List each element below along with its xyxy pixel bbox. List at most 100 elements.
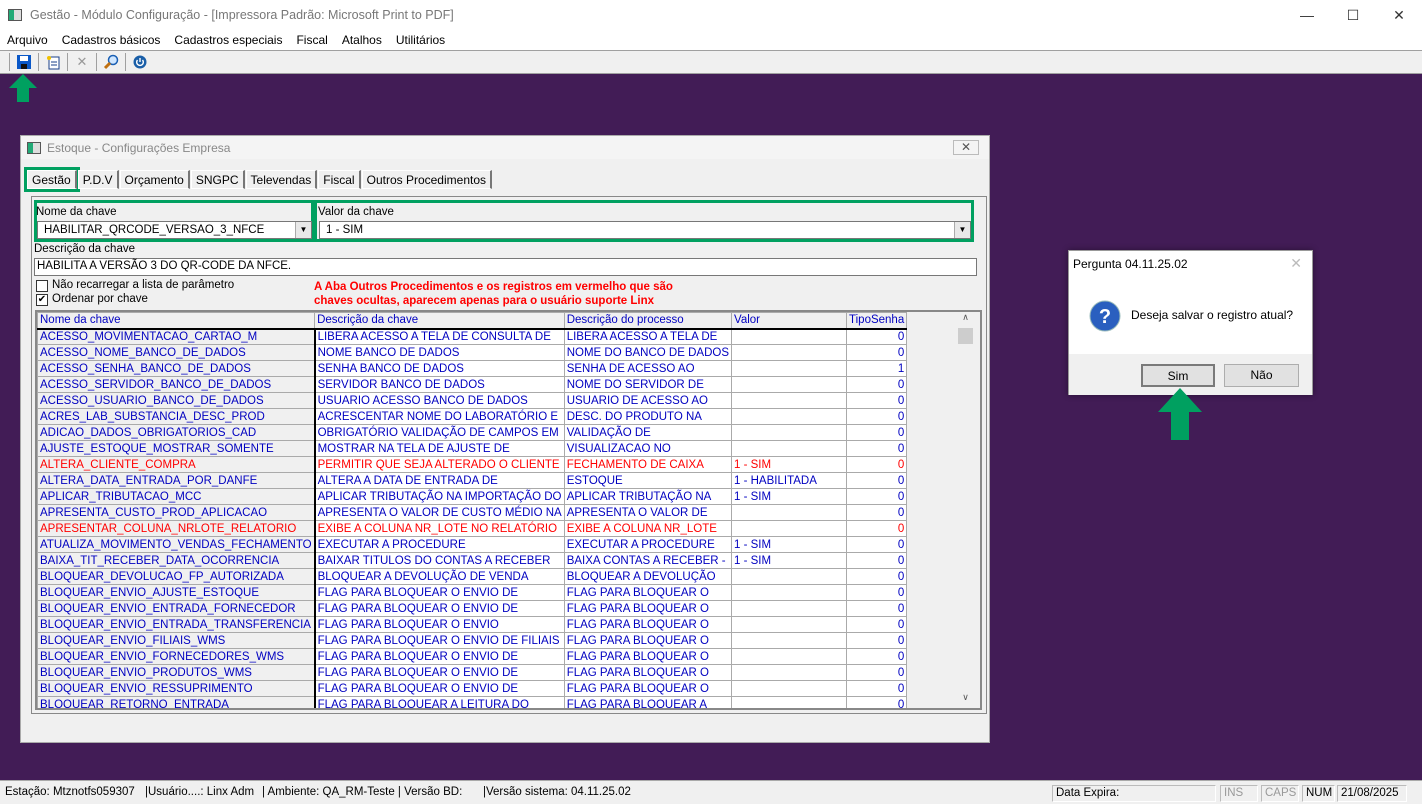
table-row[interactable]: BAIXA_TIT_RECEBER_DATA_OCORRENCIA BAIXAR … (37, 552, 908, 569)
cell-nome-chave[interactable]: ACRES_LAB_SUBSTANCIA_DESC_PROD (37, 408, 316, 425)
cell-tipo-senha[interactable]: 0 (846, 424, 908, 441)
tab-sngpc[interactable]: SNGPC (190, 170, 245, 189)
chevron-down-icon[interactable]: ▼ (954, 222, 970, 238)
cell-nome-chave[interactable]: AJUSTE_ESTOQUE_MOSTRAR_SOMENTE (37, 440, 316, 457)
cell-nome-chave[interactable]: ALTERA_CLIENTE_COMPRA (37, 456, 316, 473)
cell-valor[interactable] (731, 424, 848, 441)
cell-nome-chave[interactable]: BLOQUEAR_ENVIO_PRODUTOS_WMS (37, 664, 316, 681)
tab-televendas[interactable]: Televendas (245, 170, 318, 189)
cell-descricao-processo[interactable]: FLAG PARA BLOQUEAR O (563, 600, 733, 617)
maximize-button[interactable]: ☐ (1330, 0, 1376, 30)
cell-descricao-processo[interactable]: FLAG PARA BLOQUEAR O (563, 616, 733, 633)
cell-descricao-processo[interactable]: DESC. DO PRODUTO NA (563, 408, 733, 425)
table-row[interactable]: BLOQUEAR_ENVIO_ENTRADA_FORNECEDOR FLAG PA… (37, 600, 908, 617)
cell-descricao-processo[interactable]: EXIBE A COLUNA NR_LOTE (563, 520, 733, 537)
cell-valor[interactable]: 1 - SIM (731, 552, 848, 569)
table-row[interactable]: ALTERA_DATA_ENTRADA_POR_DANFE ALTERA A DA… (37, 472, 908, 489)
table-row[interactable]: BLOQUEAR_ENVIO_FILIAIS_WMS FLAG PARA BLOQ… (37, 632, 908, 649)
table-row[interactable]: APRESENTA_CUSTO_PROD_APLICACAO APRESENTA … (37, 504, 908, 521)
cell-nome-chave[interactable]: BLOQUEAR_ENVIO_RESSUPRIMENTO (37, 680, 316, 697)
table-row[interactable]: ACESSO_NOME_BANCO_DE_DADOS NOME BANCO DE … (37, 344, 908, 361)
description-field[interactable]: HABILITA A VERSÃO 3 DO QR-CODE DA NFCE. (34, 258, 977, 276)
cell-descricao-chave[interactable]: FLAG PARA BLOQUEAR O ENVIO DE (314, 648, 565, 665)
cell-nome-chave[interactable]: ACESSO_SERVIDOR_BANCO_DE_DADOS (37, 376, 316, 393)
table-row[interactable]: BLOQUEAR_RETORNO_ENTRADA FLAG PARA BLOQUE… (37, 696, 908, 708)
cell-descricao-processo[interactable]: FLAG PARA BLOQUEAR O (563, 664, 733, 681)
cell-nome-chave[interactable]: ACESSO_MOVIMENTACAO_CARTAO_M (37, 328, 316, 345)
cell-descricao-processo[interactable]: VISUALIZACAO NO (563, 440, 733, 457)
cell-descricao-chave[interactable]: SENHA BANCO DE DADOS (314, 360, 565, 377)
table-row[interactable]: ACRES_LAB_SUBSTANCIA_DESC_PROD ACRESCENTA… (37, 408, 908, 425)
cell-descricao-chave[interactable]: EXECUTAR A PROCEDURE (314, 536, 565, 553)
cell-valor[interactable]: 1 - SIM (731, 488, 848, 505)
cell-nome-chave[interactable]: ACESSO_SENHA_BANCO_DE_DADOS (37, 360, 316, 377)
tab-gestao[interactable]: Gestão (24, 167, 80, 192)
cell-tipo-senha[interactable]: 0 (846, 408, 908, 425)
cell-nome-chave[interactable]: APLICAR_TRIBUTACAO_MCC (37, 488, 316, 505)
cell-tipo-senha[interactable]: 0 (846, 584, 908, 601)
cell-tipo-senha[interactable]: 0 (846, 600, 908, 617)
col-descricao-processo[interactable]: Descrição do processo (563, 312, 733, 330)
cell-descricao-chave[interactable]: LIBERA ACESSO A TELA DE CONSULTA DE (314, 328, 565, 345)
close-button[interactable]: ✕ (1376, 0, 1422, 30)
cell-valor[interactable] (731, 408, 848, 425)
cell-valor[interactable] (731, 344, 848, 361)
cell-descricao-chave[interactable]: FLAG PARA BLOQUEAR A LEITURA DO (314, 696, 565, 708)
scroll-thumb[interactable] (958, 328, 973, 344)
cell-valor[interactable] (731, 392, 848, 409)
cell-descricao-processo[interactable]: APRESENTA O VALOR DE (563, 504, 733, 521)
cell-descricao-processo[interactable]: FLAG PARA BLOQUEAR O (563, 648, 733, 665)
cell-tipo-senha[interactable]: 0 (846, 344, 908, 361)
cell-descricao-chave[interactable]: OBRIGATÓRIO VALIDAÇÃO DE CAMPOS EM (314, 424, 565, 441)
cell-nome-chave[interactable]: BLOQUEAR_ENVIO_ENTRADA_FORNECEDOR (37, 600, 316, 617)
menu-cadastros-basicos[interactable]: Cadastros básicos (62, 33, 161, 47)
col-descricao-chave[interactable]: Descrição da chave (314, 312, 565, 330)
cell-descricao-chave[interactable]: SERVIDOR BANCO DE DADOS (314, 376, 565, 393)
order-checkbox[interactable]: ✔ (36, 294, 48, 306)
col-tipo-senha[interactable]: TipoSenha (846, 312, 908, 330)
yes-button[interactable]: Sim (1141, 364, 1215, 387)
scroll-down-icon[interactable]: ∨ (957, 692, 974, 708)
cell-descricao-processo[interactable]: USUARIO DE ACESSO AO (563, 392, 733, 409)
cell-descricao-chave[interactable]: ACRESCENTAR NOME DO LABORATÓRIO E (314, 408, 565, 425)
cell-nome-chave[interactable]: BLOQUEAR_ENVIO_ENTRADA_TRANSFERENCIA (37, 616, 316, 633)
cell-descricao-chave[interactable]: APRESENTA O VALOR DE CUSTO MÉDIO NA (314, 504, 565, 521)
cell-descricao-chave[interactable]: FLAG PARA BLOQUEAR O ENVIO DE (314, 664, 565, 681)
cell-valor[interactable] (731, 584, 848, 601)
cell-nome-chave[interactable]: BLOQUEAR_ENVIO_AJUSTE_ESTOQUE (37, 584, 316, 601)
cell-valor[interactable] (731, 616, 848, 633)
table-row[interactable]: AJUSTE_ESTOQUE_MOSTRAR_SOMENTE MOSTRAR NA… (37, 440, 908, 457)
save-icon[interactable] (13, 52, 35, 72)
cell-valor[interactable] (731, 568, 848, 585)
cell-nome-chave[interactable]: BLOQUEAR_RETORNO_ENTRADA (37, 696, 316, 708)
cell-nome-chave[interactable]: ALTERA_DATA_ENTRADA_POR_DANFE (37, 472, 316, 489)
key-name-combo[interactable]: HABILITAR_QRCODE_VERSAO_3_NFCE ▼ (37, 221, 312, 239)
cell-tipo-senha[interactable]: 0 (846, 472, 908, 489)
cell-tipo-senha[interactable]: 0 (846, 680, 908, 697)
cell-descricao-chave[interactable]: USUARIO ACESSO BANCO DE DADOS (314, 392, 565, 409)
cell-tipo-senha[interactable]: 0 (846, 440, 908, 457)
cell-nome-chave[interactable]: ACESSO_USUARIO_BANCO_DE_DADOS (37, 392, 316, 409)
cell-tipo-senha[interactable]: 0 (846, 456, 908, 473)
table-row[interactable]: BLOQUEAR_ENVIO_RESSUPRIMENTO FLAG PARA BL… (37, 680, 908, 697)
cell-tipo-senha[interactable]: 0 (846, 504, 908, 521)
cell-descricao-chave[interactable]: NOME BANCO DE DADOS (314, 344, 565, 361)
cell-tipo-senha[interactable]: 0 (846, 520, 908, 537)
table-row[interactable]: ATUALIZA_MOVIMENTO_VENDAS_FECHAMENTO EXEC… (37, 536, 908, 553)
cell-descricao-processo[interactable]: FLAG PARA BLOQUEAR O (563, 584, 733, 601)
table-row[interactable]: BLOQUEAR_ENVIO_PRODUTOS_WMS FLAG PARA BLO… (37, 664, 908, 681)
tab-orcamento[interactable]: Orçamento (119, 170, 190, 189)
menu-fiscal[interactable]: Fiscal (296, 33, 327, 47)
table-row[interactable]: APLICAR_TRIBUTACAO_MCC APLICAR TRIBUTAÇÃO… (37, 488, 908, 505)
cell-valor[interactable] (731, 696, 848, 708)
cell-descricao-processo[interactable]: BLOQUEAR A DEVOLUÇÃO (563, 568, 733, 585)
tab-pdv[interactable]: P.D.V (77, 170, 119, 189)
table-row[interactable]: ADICAO_DADOS_OBRIGATORIOS_CAD OBRIGATÓRIO… (37, 424, 908, 441)
cell-tipo-senha[interactable]: 0 (846, 648, 908, 665)
cell-valor[interactable]: 1 - SIM (731, 536, 848, 553)
cell-nome-chave[interactable]: ATUALIZA_MOVIMENTO_VENDAS_FECHAMENTO (37, 536, 316, 553)
cell-nome-chave[interactable]: ACESSO_NOME_BANCO_DE_DADOS (37, 344, 316, 361)
cell-descricao-chave[interactable]: PERMITIR QUE SEJA ALTERADO O CLIENTE (314, 456, 565, 473)
cell-descricao-processo[interactable]: EXECUTAR A PROCEDURE (563, 536, 733, 553)
cell-valor[interactable]: 1 - SIM (731, 456, 848, 473)
